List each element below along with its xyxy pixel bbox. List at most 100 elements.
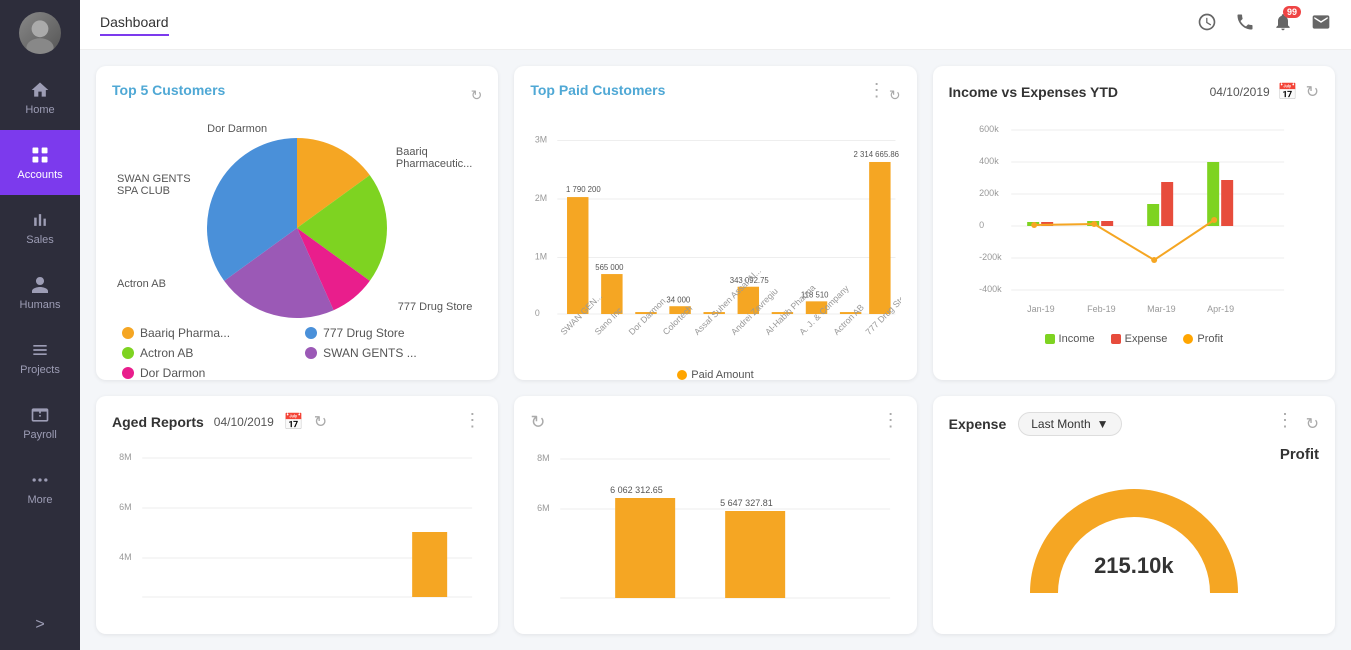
pie-label-777: 777 Drug Store (398, 301, 473, 313)
expense-dropdown-label: Last Month (1031, 417, 1090, 431)
svg-text:0: 0 (979, 220, 984, 230)
sidebar-item-projects[interactable]: Projects (0, 325, 80, 390)
top5-customers-card: Top 5 Customers ↻ Dor Darmon BaariqPharm… (96, 66, 498, 380)
svg-text:34 000: 34 000 (667, 295, 691, 304)
expense-header: Expense Last Month ▼ ↻ (949, 412, 1319, 436)
svg-text:-200k: -200k (979, 252, 1002, 262)
sidebar: Home Accounts Sales Humans Projects Payr… (0, 0, 80, 650)
income-expenses-date: 04/10/2019 (1210, 85, 1270, 99)
svg-text:3M: 3M (535, 134, 547, 144)
legend-777: 777 Drug Store (305, 326, 472, 340)
sidebar-item-humans[interactable]: Humans (0, 260, 80, 325)
second-bar-chart: 8M 6M 6 062 312.65 5 647 327.81 (530, 443, 900, 613)
sidebar-label-accounts: Accounts (17, 169, 62, 181)
paid-amount-label: Paid Amount (691, 369, 753, 380)
paid-amount-dot (677, 370, 687, 380)
aged-refresh-icon[interactable]: ↻ (314, 412, 327, 432)
pie-label-dor-darmon: Dor Darmon (207, 123, 267, 135)
aged-calendar-icon[interactable]: 📅 (284, 412, 304, 432)
income-refresh-icon[interactable]: ↻ (1306, 82, 1319, 102)
top-paid-refresh-icon[interactable]: ↻ (889, 87, 901, 104)
topbar-icons: 99 (1197, 12, 1331, 37)
expense-legend-label: Expense (1125, 333, 1168, 345)
bell-icon[interactable]: 99 (1273, 12, 1293, 37)
income-legend-dot (1045, 334, 1055, 344)
svg-text:200k: 200k (979, 188, 999, 198)
pie-chart-svg (207, 138, 387, 318)
aged-menu[interactable]: ⋮ (463, 410, 482, 431)
income-legend-item: Income (1045, 333, 1095, 345)
expense-legend-item: Expense (1111, 333, 1168, 345)
income-expenses-header: Income vs Expenses YTD 04/10/2019 📅 ↻ (949, 82, 1319, 102)
sidebar-item-home[interactable]: Home (0, 65, 80, 130)
sidebar-label-projects: Projects (20, 364, 60, 376)
aged-reports-card: Aged Reports 04/10/2019 📅 ↻ ⋮ 8M 6M 4M (96, 396, 498, 634)
svg-text:8M: 8M (119, 452, 132, 462)
svg-text:Apr-19: Apr-19 (1207, 304, 1234, 314)
top5-header: Top 5 Customers ↻ (112, 82, 482, 108)
expense-menu[interactable]: ⋮ (1276, 410, 1295, 431)
legend-baariq: Baariq Pharma... (122, 326, 289, 340)
legend-label-actron: Actron AB (140, 346, 193, 360)
svg-text:565 000: 565 000 (596, 263, 625, 272)
sidebar-item-accounts[interactable]: Accounts (0, 130, 80, 195)
expense-title: Expense (949, 416, 1007, 432)
expense-card: Expense Last Month ▼ ↻ ⋮ Profit (933, 396, 1335, 634)
svg-text:Actron AB: Actron AB (832, 302, 867, 337)
legend-dot-777 (305, 327, 317, 339)
legend-label-swan: SWAN GENTS ... (323, 346, 417, 360)
svg-text:4M: 4M (119, 552, 132, 562)
svg-text:2M: 2M (535, 193, 547, 203)
gauge-value: 215.10k (1094, 553, 1174, 579)
svg-text:400k: 400k (979, 156, 999, 166)
sidebar-expand-button[interactable]: > (0, 600, 80, 650)
legend-dot-swan (305, 347, 317, 359)
top-paid-menu[interactable]: ⋮ (868, 80, 887, 101)
avatar-container (0, 0, 80, 65)
legend-label-777: 777 Drug Store (323, 326, 404, 340)
sidebar-item-more[interactable]: More (0, 455, 80, 520)
expense-refresh-icon[interactable]: ↻ (1306, 414, 1319, 434)
notification-badge: 99 (1283, 6, 1301, 18)
sidebar-item-payroll[interactable]: Payroll (0, 390, 80, 455)
svg-text:6M: 6M (119, 502, 132, 512)
second-bar-header: ↻ (530, 412, 900, 433)
svg-text:Mar-19: Mar-19 (1147, 304, 1176, 314)
aged-reports-date: 04/10/2019 (214, 415, 274, 429)
paid-amount-legend: Paid Amount (677, 369, 753, 380)
pie-label-actron: Actron AB (117, 278, 166, 290)
top-paid-legend: Paid Amount (530, 369, 900, 380)
legend-swan: SWAN GENTS ... (305, 346, 472, 360)
second-bar-menu[interactable]: ⋮ (882, 410, 901, 431)
dashboard-grid: Top 5 Customers ↻ Dor Darmon BaariqPharm… (80, 50, 1351, 650)
sidebar-label-home: Home (25, 104, 54, 116)
svg-text:600k: 600k (979, 124, 999, 134)
income-expenses-chart: 600k 400k 200k 0 -200k -400k (949, 112, 1319, 322)
expense-legend-dot (1111, 334, 1121, 344)
clock-icon[interactable] (1197, 12, 1217, 37)
second-bar-refresh[interactable]: ↻ (530, 412, 545, 433)
chevron-down-icon: ▼ (1097, 417, 1109, 431)
aged-reports-title: Aged Reports (112, 414, 204, 430)
second-bar-card: ↻ ⋮ 8M 6M 6 062 312.65 5 647 327.81 (514, 396, 916, 634)
calendar-icon[interactable]: 📅 (1278, 82, 1298, 102)
sidebar-item-sales[interactable]: Sales (0, 195, 80, 260)
svg-text:-400k: -400k (979, 284, 1002, 294)
dashboard-tab[interactable]: Dashboard (100, 14, 169, 36)
income-expenses-card: Income vs Expenses YTD 04/10/2019 📅 ↻ 60… (933, 66, 1335, 380)
legend-dot-baariq (122, 327, 134, 339)
legend-label-dor: Dor Darmon (140, 366, 205, 380)
svg-text:5 647 327.81: 5 647 327.81 (720, 498, 773, 508)
top5-refresh-icon[interactable]: ↻ (471, 87, 483, 104)
top-paid-chart: 3M 2M 1M 0 1 790 200 565 000 34 000 (530, 118, 900, 358)
gauge-svg (1024, 473, 1244, 603)
profit-label: Profit (1280, 446, 1319, 463)
income-expenses-legend: Income Expense Profit (949, 333, 1319, 345)
mail-icon[interactable] (1311, 12, 1331, 37)
sidebar-label-humans: Humans (20, 299, 61, 311)
expense-dropdown[interactable]: Last Month ▼ (1018, 412, 1121, 436)
phone-icon[interactable] (1235, 12, 1255, 37)
income-legend-label: Income (1059, 333, 1095, 345)
user-avatar[interactable] (19, 12, 61, 54)
top5-title: Top 5 Customers (112, 82, 225, 98)
